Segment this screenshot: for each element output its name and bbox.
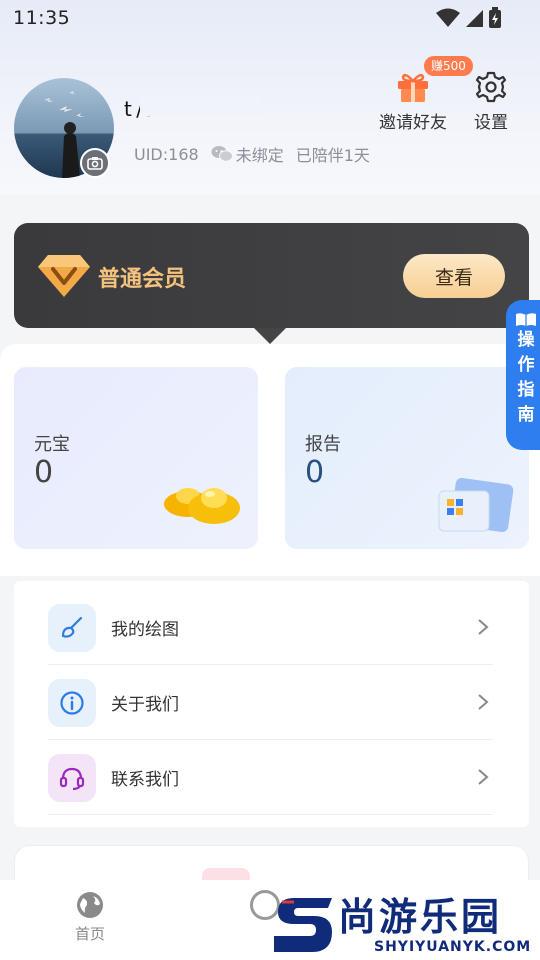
- wechat-icon: [211, 146, 233, 162]
- s-logo-icon: [274, 898, 332, 952]
- member-level-label: 普通会员: [98, 267, 187, 292]
- status-time: 11:35: [13, 7, 71, 29]
- guide-char: 南: [517, 405, 535, 425]
- guide-char: 指: [517, 380, 535, 400]
- guide-char: 操: [517, 330, 535, 350]
- wechat-binding[interactable]: 未绑定: [211, 142, 284, 166]
- gold-ingot-icon: [164, 488, 240, 524]
- camera-icon: [87, 157, 103, 170]
- status-icons: [436, 7, 502, 29]
- uid-text: UID:168: [134, 144, 199, 164]
- globe-icon: [77, 892, 103, 918]
- headset-icon: [48, 753, 96, 802]
- wifi-icon: [436, 8, 460, 27]
- menu-item-contact-us[interactable]: 联系我们: [48, 740, 493, 815]
- guide-char: 作: [517, 355, 535, 375]
- menu-label: 联系我们: [111, 770, 179, 790]
- diamond-icon: [38, 255, 90, 297]
- report-card[interactable]: 报告 0: [285, 367, 529, 549]
- menu-label: 关于我们: [111, 695, 179, 715]
- chevron-right-icon: [478, 619, 489, 635]
- menu-item-my-drawings[interactable]: 我的绘图: [48, 590, 493, 665]
- companion-days: 已陪伴1天: [295, 146, 370, 165]
- card-pointer: [254, 328, 286, 344]
- status-bar: 11:35: [0, 0, 540, 36]
- watermark-logo: 尚游乐园 SHYIYUANYK.COM: [266, 890, 540, 960]
- report-document-icon: [438, 477, 514, 533]
- invite-label: 邀请好友: [379, 113, 447, 133]
- user-info-row: UID:168 未绑定 已陪伴1天: [134, 142, 370, 166]
- gear-icon: [475, 71, 507, 103]
- earn-badge: 赚500: [424, 56, 473, 76]
- operation-guide-tab[interactable]: 操 作 指 南: [506, 300, 540, 450]
- chevron-right-icon: [478, 694, 489, 710]
- tab-home-label: 首页: [74, 925, 105, 943]
- yuanbao-card[interactable]: 元宝 0: [14, 367, 258, 549]
- invite-friends-button[interactable]: 邀请好友: [379, 70, 447, 133]
- watermark-url: SHYIYUANYK.COM: [374, 939, 532, 955]
- tab-home[interactable]: 首页: [60, 890, 120, 944]
- view-membership-button[interactable]: 查看: [403, 254, 505, 298]
- yuanbao-value: 0: [34, 455, 54, 490]
- yuanbao-title: 元宝: [34, 434, 70, 455]
- membership-card[interactable]: 普通会员 查看: [14, 223, 529, 328]
- menu-item-about-us[interactable]: 关于我们: [48, 665, 493, 740]
- gift-icon: [398, 73, 428, 102]
- brush-icon: [48, 603, 96, 652]
- wechat-status: 未绑定: [235, 146, 284, 165]
- menu-divider: [48, 814, 493, 815]
- chevron-right-icon: [478, 769, 489, 785]
- report-title: 报告: [305, 434, 341, 455]
- report-value: 0: [305, 455, 325, 490]
- nickname-redaction: [140, 94, 260, 116]
- settings-button[interactable]: 设置: [474, 70, 508, 133]
- watermark-title: 尚游乐园: [338, 895, 503, 939]
- book-icon: [516, 313, 536, 326]
- battery-icon: [489, 7, 501, 28]
- settings-label: 设置: [474, 113, 508, 133]
- signal-icon: [466, 10, 483, 27]
- menu-list: 我的绘图 关于我们 联系我们: [14, 581, 529, 827]
- menu-label: 我的绘图: [111, 620, 179, 640]
- change-avatar-button[interactable]: [80, 148, 110, 178]
- info-icon: [48, 678, 96, 727]
